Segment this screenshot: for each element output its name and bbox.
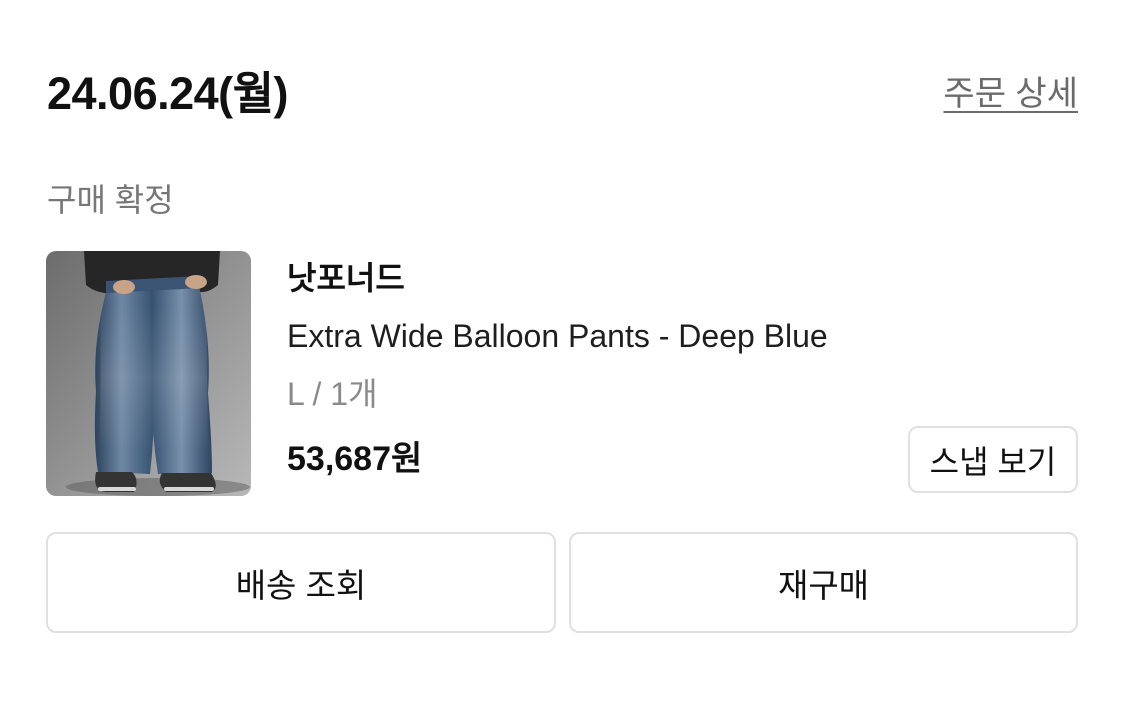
- product-name: Extra Wide Balloon Pants - Deep Blue: [287, 318, 828, 354]
- snap-view-label: 스냅 보기: [929, 443, 1057, 480]
- product-price: 53,687원: [287, 440, 423, 478]
- order-detail-link[interactable]: 주문 상세: [943, 70, 1078, 118]
- left-hand: [113, 280, 135, 294]
- right-shoe-sole: [164, 487, 214, 491]
- right-hand: [185, 275, 207, 289]
- snap-view-button[interactable]: 스냅 보기: [908, 426, 1078, 493]
- left-shoe-sole: [98, 487, 136, 491]
- rebuy-label: 재구매: [777, 566, 870, 604]
- product-photo: [46, 251, 251, 496]
- brand-name: 낫포너드: [287, 260, 405, 296]
- rebuy-button[interactable]: 재구매: [569, 532, 1078, 633]
- order-status: 구매 확정: [47, 182, 174, 218]
- pant-fade: [100, 306, 208, 451]
- product-option: L / 1개: [287, 376, 378, 412]
- floor-shadow: [66, 478, 250, 496]
- delivery-tracking-button[interactable]: 배송 조회: [46, 532, 556, 633]
- product-image[interactable]: [46, 251, 251, 496]
- order-date: 24.06.24(월): [47, 68, 289, 119]
- delivery-tracking-label: 배송 조회: [235, 566, 367, 604]
